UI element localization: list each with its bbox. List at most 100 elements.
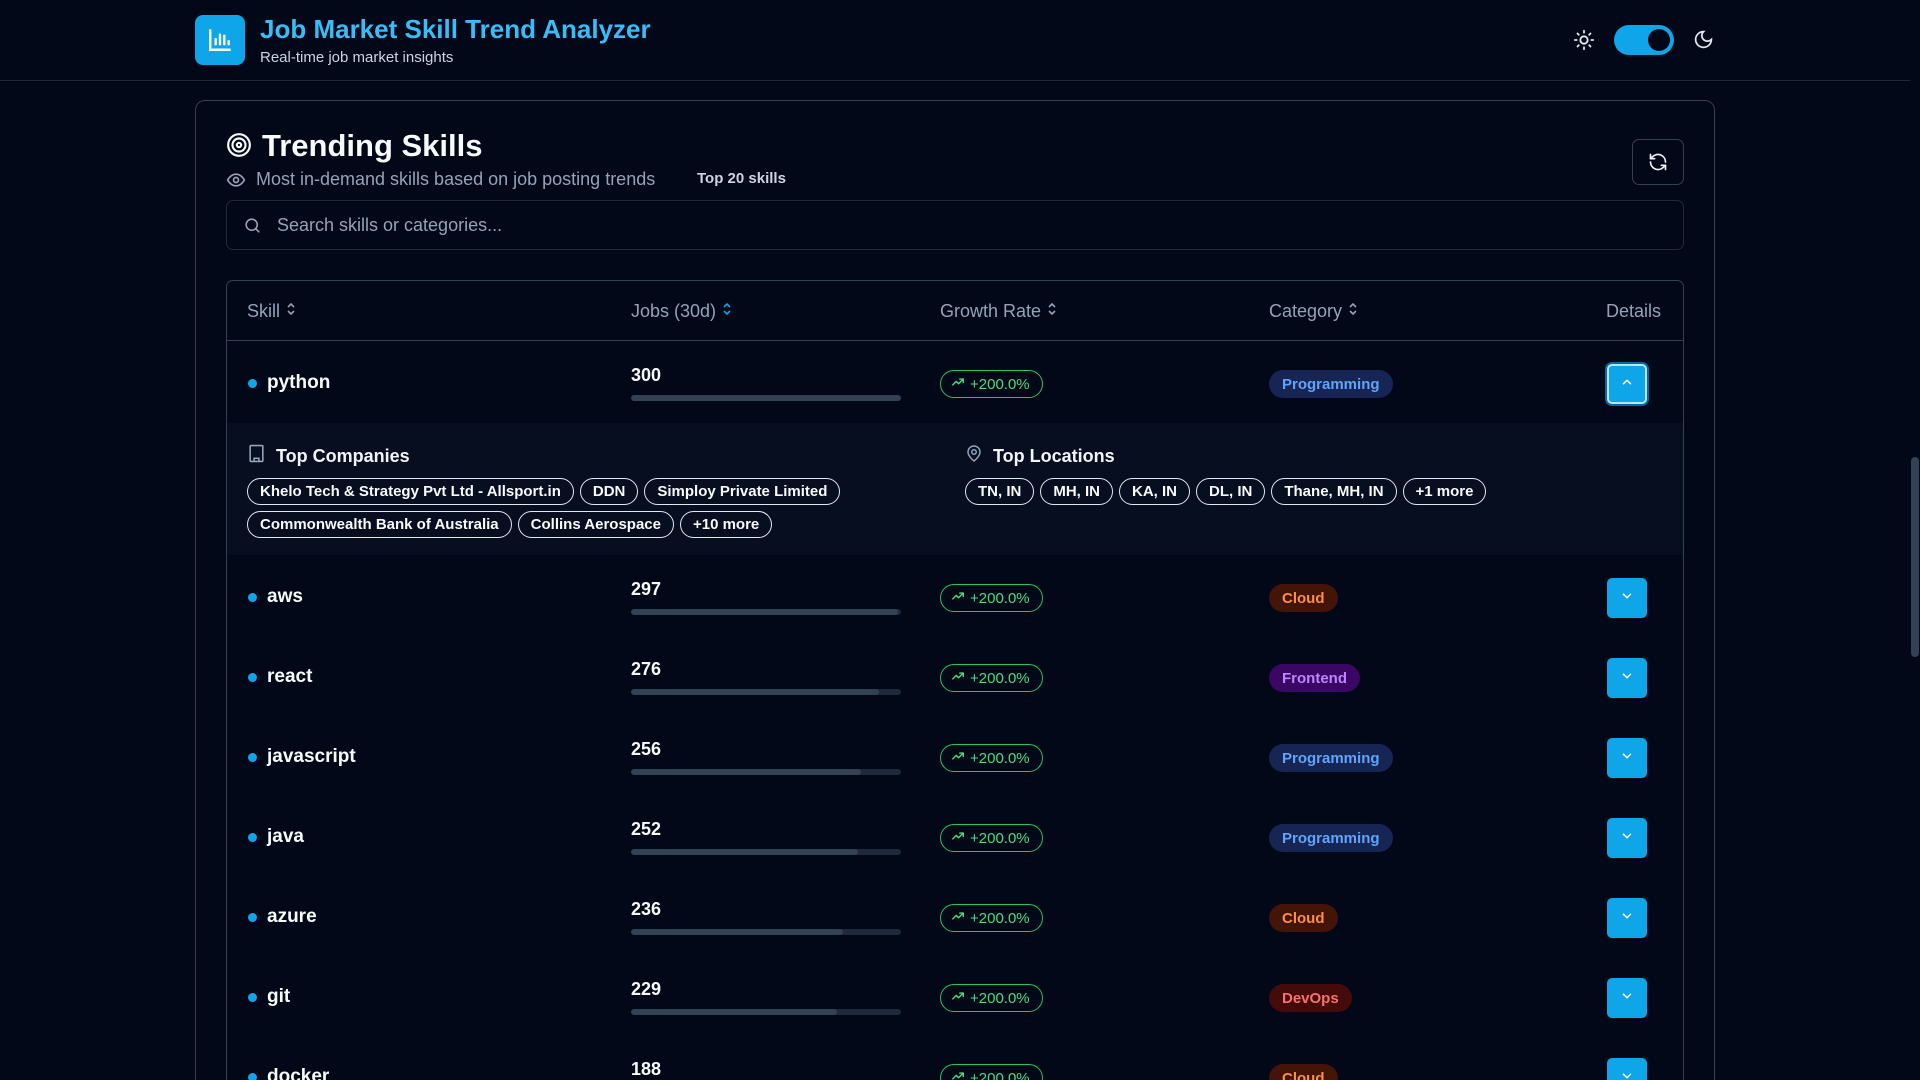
refresh-button[interactable] — [1632, 139, 1684, 185]
skill-dot — [248, 913, 257, 922]
jobs-count: 297 — [631, 579, 662, 599]
skill-name: java — [267, 826, 304, 847]
growth-badge: +200.0% — [940, 1064, 1043, 1080]
table-row[interactable]: javascript 256 +200.0% Programming — [227, 717, 1683, 797]
table-row[interactable]: azure 236 +200.0% Cloud — [227, 877, 1683, 957]
column-growth[interactable]: Growth Rate — [940, 301, 1057, 322]
trending-up-icon — [951, 829, 965, 847]
details-toggle-button[interactable] — [1607, 364, 1647, 404]
growth-badge: +200.0% — [940, 584, 1043, 612]
growth-badge: +200.0% — [940, 904, 1043, 932]
sort-icon — [1348, 301, 1358, 322]
building-icon — [247, 444, 266, 468]
skill-name: python — [267, 372, 331, 393]
theme-toggle[interactable] — [1614, 25, 1674, 55]
sun-icon[interactable] — [1573, 29, 1595, 56]
skill-name: javascript — [267, 746, 356, 767]
location-chip: Thane, MH, IN — [1271, 478, 1397, 505]
top-locations-heading: Top Locations — [965, 444, 1115, 468]
details-toggle-button[interactable] — [1607, 738, 1647, 778]
growth-value: +200.0% — [970, 669, 1030, 687]
trending-up-icon — [951, 989, 965, 1007]
sort-icon — [722, 301, 732, 322]
table-row[interactable]: java 252 +200.0% Programming — [227, 797, 1683, 877]
top-companies-title: Top Companies — [276, 445, 410, 466]
growth-badge: +200.0% — [940, 824, 1043, 852]
growth-value: +200.0% — [970, 909, 1030, 927]
jobs-count: 252 — [631, 819, 662, 839]
jobs-progress-bar — [631, 769, 901, 775]
chevron-down-icon — [1620, 989, 1634, 1008]
chevron-down-icon — [1620, 669, 1634, 688]
jobs-progress-fill — [631, 769, 862, 775]
company-chip: Collins Aerospace — [517, 511, 674, 538]
location-chip: DL, IN — [1196, 478, 1266, 505]
skill-name: git — [267, 986, 291, 1007]
skill-name: azure — [267, 906, 317, 927]
growth-value: +200.0% — [970, 589, 1030, 607]
jobs-count: 256 — [631, 739, 662, 759]
trending-up-icon — [951, 669, 965, 687]
details-toggle-button[interactable] — [1607, 578, 1647, 618]
table-row[interactable]: git 229 +200.0% DevOps — [227, 957, 1683, 1037]
table-row[interactable]: python 300 +200.0% Programming — [227, 343, 1683, 423]
column-category[interactable]: Category — [1269, 301, 1358, 322]
search-field[interactable] — [226, 200, 1684, 250]
column-skill[interactable]: Skill — [247, 301, 296, 322]
growth-badge: +200.0% — [940, 744, 1043, 772]
toggle-knob — [1648, 29, 1670, 51]
scrollbar-thumb[interactable] — [1911, 457, 1919, 657]
skills-table: Skill Jobs (30d) Growth Rate Category De… — [226, 280, 1684, 1080]
table-row[interactable]: docker 188 +200.0% Cloud — [227, 1037, 1683, 1080]
category-badge: Programming — [1269, 744, 1393, 772]
location-chip: +1 more — [1402, 478, 1487, 505]
chevron-down-icon — [1620, 589, 1634, 608]
jobs-progress-bar — [631, 849, 901, 855]
column-label: Jobs (30d) — [631, 301, 717, 321]
expanded-details-panel: Top Companies Khelo Tech & Strategy Pvt … — [227, 423, 1683, 555]
category-badge: Cloud — [1269, 1064, 1338, 1080]
skill-dot — [248, 593, 257, 602]
jobs-progress-bar — [631, 609, 901, 615]
table-row[interactable]: react 276 +200.0% Frontend — [227, 637, 1683, 717]
jobs-count: 276 — [631, 659, 662, 679]
category-badge: Frontend — [1269, 664, 1360, 692]
app-title: Job Market Skill Trend Analyzer — [260, 14, 651, 44]
details-toggle-button[interactable] — [1607, 898, 1647, 938]
top-locations-title: Top Locations — [993, 445, 1115, 466]
jobs-count: 300 — [631, 365, 662, 385]
moon-icon[interactable] — [1693, 29, 1714, 55]
jobs-progress-bar — [631, 929, 901, 935]
table-header: Skill Jobs (30d) Growth Rate Category De… — [227, 281, 1683, 341]
trending-up-icon — [951, 749, 965, 767]
chevron-down-icon — [1620, 749, 1634, 768]
growth-value: +200.0% — [970, 1069, 1030, 1080]
column-label: Growth Rate — [940, 301, 1042, 321]
details-toggle-button[interactable] — [1607, 978, 1647, 1018]
details-toggle-button[interactable] — [1607, 818, 1647, 858]
location-chip: MH, IN — [1040, 478, 1114, 505]
growth-value: +200.0% — [970, 749, 1030, 767]
location-chip: KA, IN — [1119, 478, 1191, 505]
bar-chart-icon — [195, 15, 245, 65]
jobs-count: 229 — [631, 979, 662, 999]
company-chip: DDN — [579, 478, 639, 505]
search-input[interactable] — [277, 201, 1667, 249]
sort-icon — [1047, 301, 1057, 322]
category-badge: Cloud — [1269, 904, 1338, 932]
skill-dot — [248, 379, 257, 388]
top-bar: Job Market Skill Trend Analyzer Real-tim… — [0, 0, 1910, 81]
skill-dot — [248, 673, 257, 682]
details-toggle-button[interactable] — [1607, 1058, 1647, 1080]
chevron-down-icon — [1620, 1069, 1634, 1080]
category-badge: DevOps — [1269, 984, 1352, 1012]
column-jobs[interactable]: Jobs (30d) — [631, 301, 732, 322]
growth-badge: +200.0% — [940, 664, 1043, 692]
details-toggle-button[interactable] — [1607, 658, 1647, 698]
company-chip: Khelo Tech & Strategy Pvt Ltd - Allsport… — [247, 478, 574, 505]
jobs-progress-fill — [631, 929, 844, 935]
skill-dot — [248, 833, 257, 842]
growth-value: +200.0% — [970, 989, 1030, 1007]
trending-up-icon — [951, 1069, 965, 1080]
table-row[interactable]: aws 297 +200.0% Cloud — [227, 557, 1683, 637]
